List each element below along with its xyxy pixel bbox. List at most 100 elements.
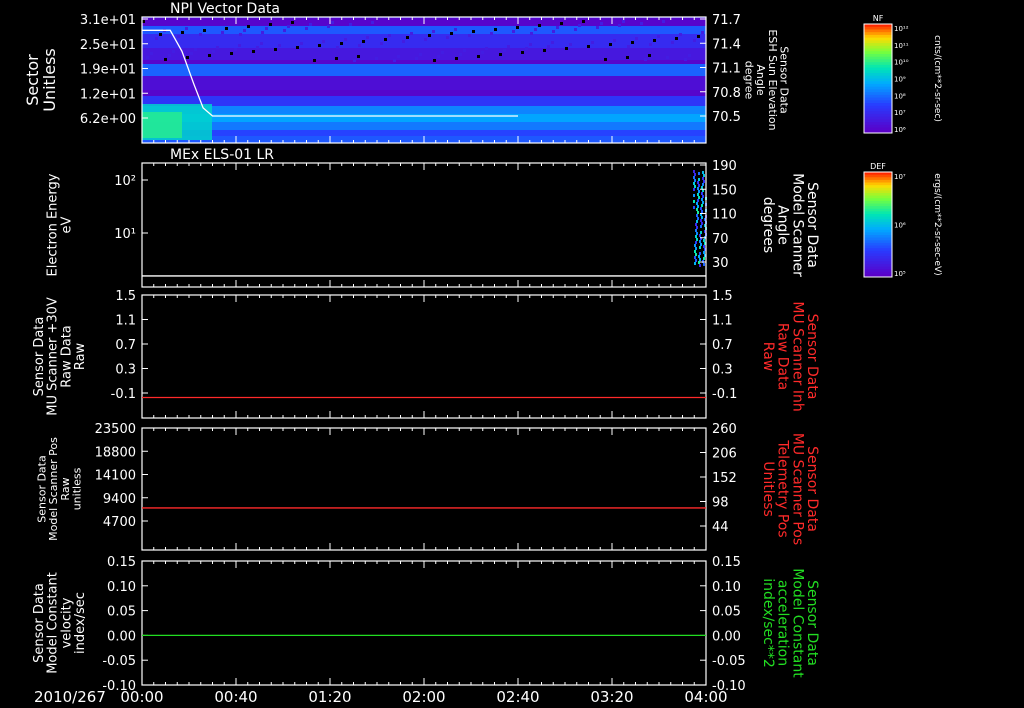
spectrogram-pixel [512, 30, 515, 33]
spectrogram-pixel [693, 200, 695, 203]
spectrogram-pixel [529, 43, 532, 46]
spectrogram-pixel [353, 59, 356, 62]
spectrogram-pixel [490, 32, 493, 35]
right-y-tick-label: 206 [712, 447, 737, 462]
spectrogram-pixel [700, 219, 702, 222]
right-y-tick-label: 0.00 [712, 629, 741, 644]
y-tick-label: 14100 [95, 469, 136, 484]
spectrogram-pixel [618, 24, 621, 27]
y-tick-label: 1.9e+01 [80, 63, 136, 78]
spectrogram-pixel [287, 25, 290, 28]
spectrogram-pixel [696, 202, 698, 205]
spectrogram-pixel [693, 194, 695, 197]
spectrogram-pixel [419, 53, 422, 56]
time-tick-labels: 00:00 00:40 01:20 02:00 02:40 03:20 04:00 [120, 688, 727, 706]
spectrogram-pixel [631, 41, 634, 44]
spectrogram-pixel [662, 20, 665, 23]
spectrogram-band [142, 122, 706, 130]
spectrogram-pixel [441, 51, 444, 54]
spectrogram-pixel [675, 37, 678, 40]
y-tick-label: 1.5 [115, 289, 136, 304]
spectrogram-pixel [199, 33, 202, 36]
spectrogram-pixel [208, 54, 211, 57]
right-y-axis-label: Sensor Data [804, 314, 820, 400]
spectrogram-pixel [309, 23, 312, 26]
spectrogram-pixel [552, 30, 555, 33]
spectrogram-pixel [335, 57, 338, 60]
spectrogram-pixel [703, 180, 705, 183]
spectrogram-pixel [613, 39, 616, 42]
time-tick-label: 04:00 [684, 688, 727, 706]
right-y-axis-label: Raw Data [775, 323, 791, 390]
time-tick-label: 02:40 [496, 688, 539, 706]
spectrogram-pixel [305, 27, 308, 30]
spectrogram-pixel [327, 25, 330, 28]
spectrogram-pixel [455, 57, 458, 60]
spectrogram-pixel [695, 259, 697, 262]
spectrogram-pixel [696, 226, 698, 229]
spectrogram-pixel [485, 47, 488, 50]
spectrogram-pixel [694, 250, 696, 253]
spectrogram-pixel [216, 46, 219, 49]
spectrogram-pixel [234, 48, 237, 51]
y-tick-label: 0.05 [107, 605, 136, 620]
spectrogram-pixel [331, 21, 334, 24]
spectrogram-pixel [186, 56, 189, 59]
spectrogram-pixel [703, 263, 705, 266]
spectrogram-pixel [699, 246, 701, 249]
spectrogram-pixel [695, 247, 697, 250]
spectrogram-pixel [428, 34, 431, 37]
spectrogram-pixel [693, 176, 695, 179]
time-tick-label: 00:00 [120, 688, 163, 706]
spectrogram-pixel [375, 57, 378, 60]
spectrogram-pixel [703, 257, 705, 260]
spectrogram-band [142, 60, 706, 64]
spectrogram-pixel [159, 33, 162, 36]
spectrogram-pixel [349, 23, 352, 26]
spectrogram-pixel [698, 178, 700, 181]
spectrogram-pixel [507, 45, 510, 48]
spectrogram-pixel [146, 56, 149, 59]
spectrogram-pixel [150, 52, 153, 55]
spectrogram-band [142, 48, 706, 60]
right-y-axis-label: Angle [775, 205, 791, 245]
spectrogram-pixel [560, 22, 563, 25]
spectrogram-pixel [291, 21, 294, 24]
spectrogram-pixel [697, 199, 699, 202]
spectrogram-pixel [696, 208, 698, 211]
spectrogram-pixel [635, 37, 638, 40]
spectrogram-pixel [703, 174, 705, 177]
spectrogram-pixel [700, 207, 702, 210]
spectrogram-pixel [362, 40, 365, 43]
right-y-tick-label: 150 [712, 183, 737, 198]
panel-frame [141, 560, 707, 686]
right-y-tick-label: 0.05 [712, 605, 741, 620]
panel-frame [141, 294, 707, 419]
y-tick-label: 10² [114, 174, 136, 189]
spectrogram-pixel [177, 35, 180, 38]
colorbar-tick-label: 10⁶ [894, 222, 906, 230]
spectrogram-pixel [694, 262, 696, 265]
y-tick-label: 1.1 [115, 314, 136, 329]
time-tick-label: 01:20 [308, 688, 351, 706]
spectrogram-pixel [543, 49, 546, 52]
spectrogram-pixel [168, 54, 171, 57]
panel-2: 10²10¹1901501107030MEx ELS-01 LRElectron… [46, 147, 942, 288]
spectrogram-pixel [357, 55, 360, 58]
spectrogram-pixel [181, 31, 184, 34]
spectrogram-pixel [239, 33, 242, 36]
spectrogram-pixel [172, 50, 175, 53]
y-tick-label: 0.00 [107, 629, 136, 644]
spectrogram-pixel [699, 264, 701, 267]
spectrogram-pixel [472, 30, 475, 33]
spectrogram-pixel [688, 54, 691, 57]
time-tick-label: 03:20 [590, 688, 633, 706]
right-y-tick-label: 1.1 [712, 314, 733, 329]
spectrogram-pixel [697, 217, 699, 220]
spectrogram-pixel [648, 54, 651, 57]
spectrogram-pixel [699, 252, 701, 255]
spectrogram-pixel [693, 39, 696, 42]
spectrogram-band [142, 90, 706, 96]
spectrogram-band [142, 96, 706, 106]
spectrogram-pixel [699, 240, 701, 243]
